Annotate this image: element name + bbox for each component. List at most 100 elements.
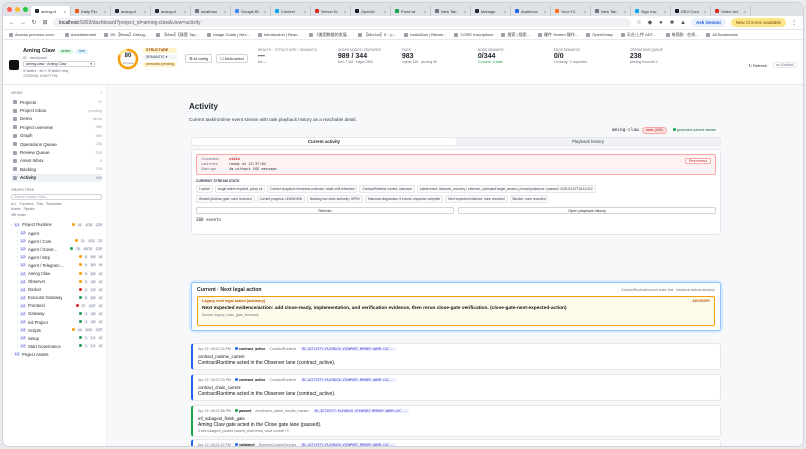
bookmark-item[interactable]: All Bookmarks [706,32,738,37]
tab-close-icon[interactable]: × [304,9,306,14]
chevron-right-icon[interactable]: › [17,328,18,332]
chevron-right-icon[interactable]: › [17,272,18,276]
tab-close-icon[interactable]: × [224,9,226,14]
tree-node[interactable]: › L2 Docker 2 2/2 M [11,286,103,294]
tree-node[interactable]: › L2 Setup 1 1/1 M [11,334,103,342]
tree-search-input[interactable]: Search nodes / files... [11,193,102,200]
tree-node[interactable]: › L2 Frontend 27 4/27 M [11,302,103,310]
extension-icon[interactable]: ◆ [647,19,653,26]
sidebar-item[interactable]: Activity 238 [11,173,102,182]
tab-close-icon[interactable]: × [104,9,106,14]
tab-current-activity[interactable]: Current activity [192,138,456,145]
bookmark-item[interactable]: CORE Inscriptions [454,32,493,37]
browser-tab[interactable]: DEV Com × [671,6,711,16]
tree-filter-chip[interactable]: ALL [11,202,17,206]
tab-close-icon[interactable]: × [424,9,426,14]
chevron-right-icon[interactable]: › [17,304,18,308]
tab-close-icon[interactable]: × [264,9,266,14]
tree-filter-chip[interactable]: Subsystem [46,202,62,206]
bookmark-item[interactable]: 《美国数据的发展... [308,32,350,38]
url-field[interactable]: localhost :5003/dashboard?project_id=ami… [53,18,631,27]
tree-node[interactable]: › L2 Scripts 44 4/44 C2P [11,326,103,334]
reconnect-button[interactable]: Reconnect [684,158,711,164]
semantic-badge[interactable]: SEMANTIC ▾ [143,55,178,60]
chevron-right-icon[interactable]: › [17,247,18,251]
chevron-right-icon[interactable]: › [17,280,18,284]
tab-close-icon[interactable]: × [464,9,466,14]
open-playback-button[interactable]: Open playback history [458,207,716,214]
tab-playback-history[interactable]: Playback history [456,138,720,145]
browser-tab[interactable]: New Tab × [431,6,471,16]
bookmark-item[interactable]: Usage Guide | Nex... [206,32,250,37]
browser-tab[interactable]: Your YC × [551,6,591,16]
tab-close-icon[interactable]: × [544,9,546,14]
chevron-right-icon[interactable]: › [17,344,18,348]
tab-close-icon[interactable]: × [144,9,146,14]
chevron-right-icon[interactable]: › [17,336,18,340]
tab-close-icon[interactable]: × [504,9,506,14]
browser-tab[interactable]: Video det × [711,6,751,16]
tree-node[interactable]: › L2 Observer 3 3/3 M [11,278,103,286]
star-icon[interactable]: ☆ [636,19,642,26]
sidebar-item[interactable]: Projects 12 [11,98,102,106]
sidebar-item[interactable]: Graph 989 [11,132,102,140]
browser-tab[interactable]: aming-cl × [111,6,151,16]
bookmark-item[interactable]: 【Mao】【接管 Tap... [156,32,199,38]
browser-tab[interactable]: Google Bi × [231,6,271,16]
tune-icon[interactable]: ⊞ [42,19,48,26]
chevron-right-icon[interactable]: › [17,263,18,267]
stream-refresh-button[interactable]: Refresh [196,207,454,214]
sidebar-item[interactable]: Operations Queue 238 [11,140,102,148]
chevron-right-icon[interactable]: › [17,239,18,243]
tree-filter-chip[interactable]: Assets [11,207,21,211]
project-selector[interactable]: aming-claw · Aming Claw ▾ [23,61,95,67]
tab-close-icon[interactable]: × [584,9,586,14]
browser-tab[interactable]: OpenAI × [351,6,391,16]
bookmark-item[interactable]: 99-【Boss】Debug... [104,32,148,38]
sidebar-item[interactable]: Project Inbox pending [11,106,102,114]
tree-node[interactable]: › L2 Agent / Core 11 4/11 22 [11,237,103,245]
browser-tab[interactable]: aming-cl × [31,6,71,16]
event-backlog-id[interactable]: BC-ACTIVITY-PLAYBACK-VIEWPORT-MEMORY-WAR… [300,378,397,382]
browser-tab[interactable]: Pond wr × [391,6,431,16]
chevron-right-icon[interactable]: › [17,231,18,235]
browser-tab[interactable]: Manage × [471,6,511,16]
bookmark-item[interactable]: Access previous conv... [9,32,57,37]
back-icon[interactable]: ← [9,20,15,26]
forward-icon[interactable]: → [20,20,26,26]
tree-node[interactable]: › L2 Init Project 3 3/3 M [11,318,103,326]
tree-node[interactable]: › L2 Agent / Telegram ... 9 8/9 M [11,261,103,269]
chevron-right-icon[interactable]: › [17,320,18,324]
tree-node[interactable]: › L1 Project Runtime 41 4/18 C2P [11,221,103,229]
sidebar-item[interactable]: Review Queue 238 [11,148,102,156]
ai-config-button[interactable]: ⚙ AI config [185,54,213,63]
sidebar-item[interactable]: Project overview 989 [11,123,102,131]
extension-icon-3[interactable]: ■ [669,20,675,26]
chevron-right-icon[interactable]: › [17,296,18,300]
extension-icon-2[interactable]: ● [658,20,664,26]
tree-node[interactable]: › L2 Gateway 3 3/3 M [11,310,103,318]
browser-tab[interactable]: aming-cl × [151,6,191,16]
chevron-right-icon[interactable]: › [11,223,12,227]
extension-icon-4[interactable]: ▲ [680,20,686,26]
tab-close-icon[interactable]: × [384,9,386,14]
close-window-button[interactable] [7,7,12,12]
tree-node[interactable]: › L2 Agent / Mcp 6 6/6 M [11,253,103,261]
tab-close-icon[interactable]: × [64,9,66,14]
tab-close-icon[interactable]: × [624,9,626,14]
browser-tab[interactable]: Audience × [511,6,551,16]
sidebar-item[interactable]: Backlog 239 [11,165,102,173]
tab-close-icon[interactable]: × [704,9,706,14]
event-card[interactable]: Apr 22, 08:21:58 PM passed/root/mimo_late… [191,405,721,437]
bookmark-item[interactable]: LeaksDao | Bitcoin... [403,32,446,37]
maximize-window-button[interactable] [23,7,28,12]
reload-icon[interactable]: ↻ [31,19,37,26]
chrome-update-button[interactable]: New Chrome available [730,18,786,27]
minimize-window-button[interactable] [15,7,20,12]
tree-filter-chip[interactable]: Pipeline [24,207,35,211]
sidebar-item[interactable]: Demo demo [11,115,102,123]
sidebar-item[interactable]: Asset Inbox 0 [11,157,102,165]
event-backlog-id[interactable]: BC-ACTIVITY-PLAYBACK-VIEWPORT-MEMORY-WAR… [300,347,397,351]
event-backlog-id[interactable]: BC-ACTIVITY-PLAYBACK-VIEWPORT-MEMORY-WAR… [312,409,409,413]
bookmark-item[interactable]: Advertisement [64,32,96,37]
